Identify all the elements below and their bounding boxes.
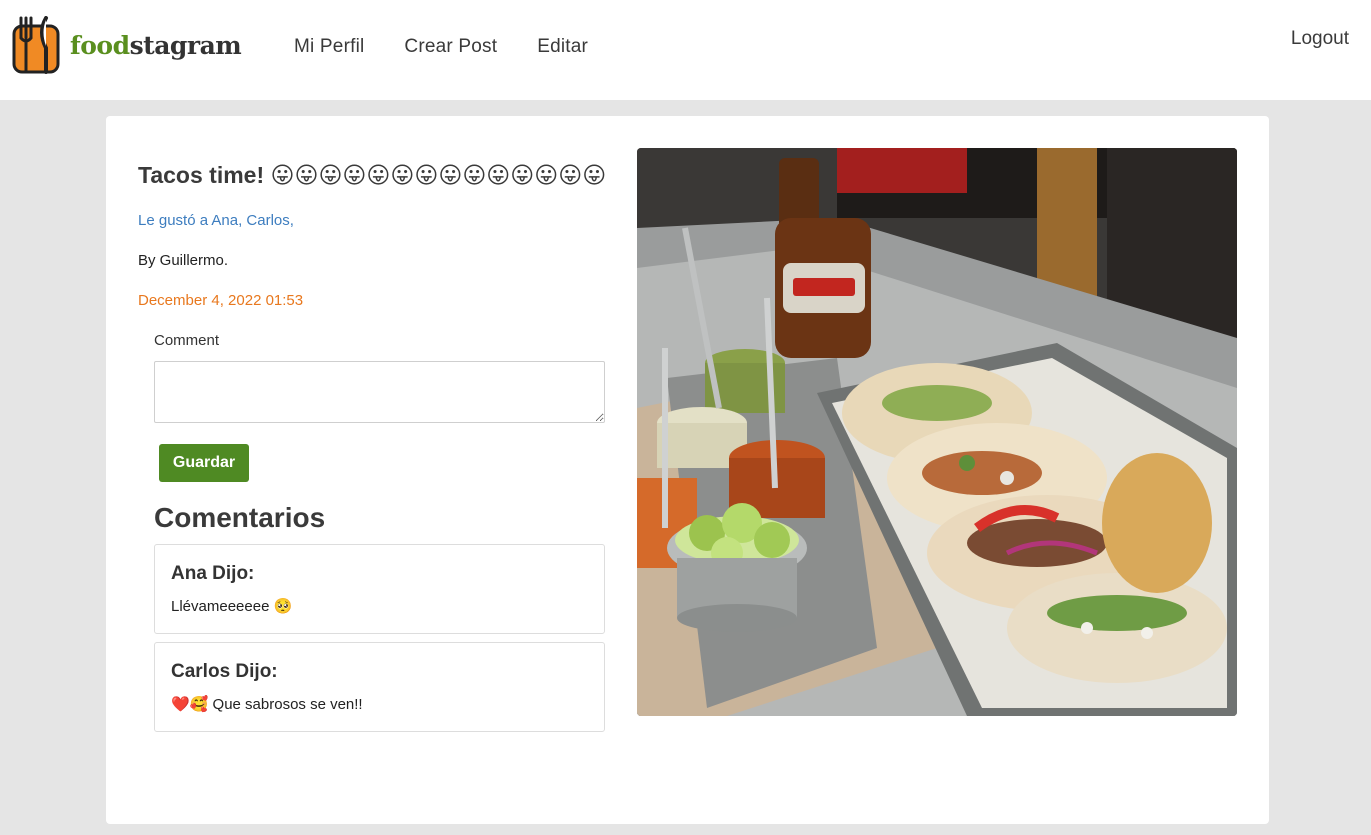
main-nav: Mi Perfil Crear Post Editar [294,36,588,58]
logout-link[interactable]: Logout [1291,28,1349,50]
save-comment-button[interactable]: Guardar [159,444,249,482]
nav-editar[interactable]: Editar [537,36,588,58]
post-image [637,148,1237,716]
comment-author: Carlos Dijo: [171,661,278,682]
comment-item: Carlos Dijo: ❤️🥰 Que sabrosos se ven!! [154,642,605,732]
comment-label: Comment [154,332,220,349]
post-author: By Guillermo. [138,252,229,269]
top-navbar: foodstagram Mi Perfil Crear Post Editar … [0,0,1371,100]
brand-logo[interactable]: foodstagram [12,16,242,74]
brand-name: foodstagram [70,30,242,60]
comment-author: Ana Dijo: [171,563,255,584]
post-title: Tacos time! 😛😛😛😛😛😛😛😛😛😛😛😛😛😛 [138,162,607,188]
comment-text: ❤️🥰 Que sabrosos se ven!! [171,696,363,713]
comments-heading: Comentarios [154,502,326,533]
post-likes: Le gustó a Ana, Carlos, [138,212,294,229]
comment-item: Ana Dijo: Llévameeeeee 🥺 [154,544,605,634]
tacos-photo [637,148,1237,716]
post-date: December 4, 2022 01:53 [138,292,304,309]
nav-crear-post[interactable]: Crear Post [404,36,497,58]
post-card: Tacos time! 😛😛😛😛😛😛😛😛😛😛😛😛😛😛 Le gustó a An… [106,116,1269,824]
fork-knife-icon [12,16,60,74]
comment-input[interactable] [154,361,605,423]
comment-text: Llévameeeeee 🥺 [171,598,293,615]
brand-name-food: food [70,30,130,60]
brand-name-stagram: stagram [129,30,242,60]
nav-mi-perfil[interactable]: Mi Perfil [294,36,364,58]
